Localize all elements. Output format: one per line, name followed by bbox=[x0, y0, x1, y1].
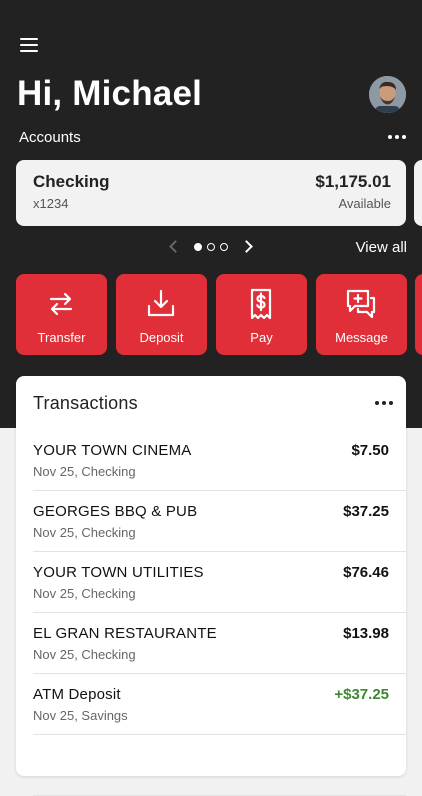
transaction-merchant: EL GRAN RESTAURANTE bbox=[33, 625, 217, 642]
transaction-detail: Nov 25, Checking bbox=[33, 647, 136, 662]
page-dot[interactable] bbox=[207, 243, 215, 251]
pay-label: Pay bbox=[250, 330, 273, 345]
deposit-button[interactable]: Deposit bbox=[116, 274, 207, 355]
transactions-card: Transactions YOUR TOWN CINEMA Nov 25, Ch… bbox=[16, 376, 406, 796]
deposit-icon bbox=[147, 289, 175, 317]
transaction-amount: +$37.25 bbox=[334, 686, 389, 703]
transactions-list: YOUR TOWN CINEMA Nov 25, Checking $7.50 … bbox=[16, 430, 406, 796]
transaction-merchant: ATM Deposit bbox=[33, 686, 121, 703]
message-label: Message bbox=[335, 330, 388, 345]
message-button[interactable]: Message bbox=[316, 274, 407, 355]
account-number: x1234 bbox=[33, 196, 69, 211]
transfer-label: Transfer bbox=[37, 330, 86, 345]
transaction-amount: $37.25 bbox=[343, 503, 389, 520]
account-card-checking[interactable]: Checking x1234 $1,175.01 Available bbox=[16, 160, 406, 226]
transactions-title: Transactions bbox=[33, 393, 138, 413]
transaction-amount: $7.50 bbox=[351, 442, 389, 459]
transaction-detail: Nov 25, Checking bbox=[33, 586, 136, 601]
avatar[interactable] bbox=[369, 76, 406, 113]
message-icon bbox=[346, 289, 376, 319]
transaction-detail: Nov 25, Checking bbox=[33, 464, 136, 479]
page-dot[interactable] bbox=[220, 243, 228, 251]
transaction-row[interactable]: ATM Deposit Nov 25, Savings +$37.25 bbox=[33, 674, 406, 735]
transaction-merchant: YOUR TOWN UTILITIES bbox=[33, 564, 204, 581]
transaction-row[interactable] bbox=[33, 735, 406, 796]
next-account-card[interactable] bbox=[414, 160, 422, 226]
hamburger-menu-icon[interactable] bbox=[20, 38, 38, 52]
accounts-more-icon[interactable] bbox=[388, 135, 406, 139]
transaction-detail: Nov 25, Checking bbox=[33, 525, 136, 540]
page-indicator bbox=[194, 243, 228, 251]
greeting-title: Hi, Michael bbox=[17, 74, 203, 113]
transaction-amount: $76.46 bbox=[343, 564, 389, 581]
view-all-link[interactable]: View all bbox=[356, 239, 407, 256]
transaction-row[interactable]: YOUR TOWN UTILITIES Nov 25, Checking $76… bbox=[33, 552, 406, 613]
transfer-button[interactable]: Transfer bbox=[16, 274, 107, 355]
transfer-icon bbox=[49, 292, 73, 316]
transaction-merchant: GEORGES BBQ & PUB bbox=[33, 503, 198, 520]
chevron-left-icon[interactable] bbox=[169, 240, 182, 253]
pay-bill-icon bbox=[250, 288, 272, 320]
pay-button[interactable]: Pay bbox=[216, 274, 307, 355]
account-balance: $1,175.01 bbox=[315, 172, 391, 191]
transaction-row[interactable]: YOUR TOWN CINEMA Nov 25, Checking $7.50 bbox=[33, 430, 406, 491]
accounts-section-label: Accounts bbox=[19, 129, 81, 146]
chevron-right-icon[interactable] bbox=[240, 240, 253, 253]
transaction-merchant: YOUR TOWN CINEMA bbox=[33, 442, 192, 459]
account-name: Checking bbox=[33, 172, 110, 191]
transactions-more-icon[interactable] bbox=[375, 401, 393, 405]
transaction-row[interactable]: EL GRAN RESTAURANTE Nov 25, Checking $13… bbox=[33, 613, 406, 674]
account-pager bbox=[168, 238, 254, 256]
deposit-label: Deposit bbox=[139, 330, 184, 345]
transaction-amount: $13.98 bbox=[343, 625, 389, 642]
transaction-detail: Nov 25, Savings bbox=[33, 708, 128, 723]
transaction-row[interactable]: GEORGES BBQ & PUB Nov 25, Checking $37.2… bbox=[33, 491, 406, 552]
next-action-button[interactable] bbox=[415, 274, 422, 355]
page-dot[interactable] bbox=[194, 243, 202, 251]
account-balance-label: Available bbox=[338, 196, 391, 211]
